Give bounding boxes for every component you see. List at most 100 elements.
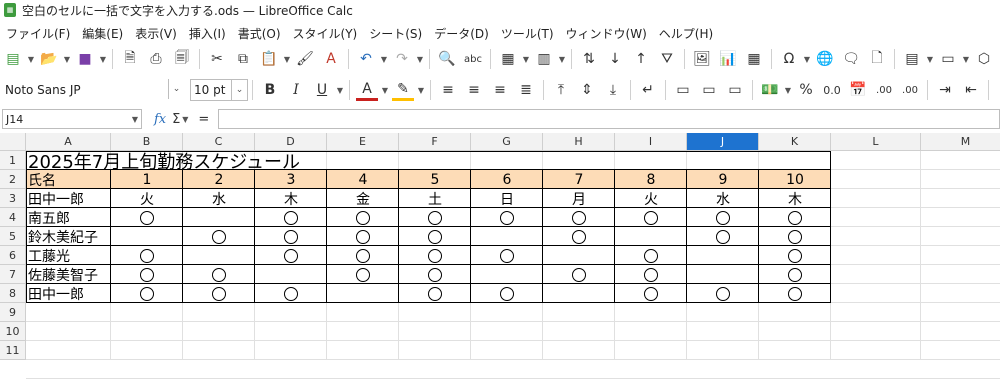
bold-button[interactable]: B xyxy=(259,79,281,101)
shift-mark-cell[interactable] xyxy=(111,246,183,265)
highlight-color-icon[interactable]: ✎ xyxy=(392,79,414,101)
column-header-k[interactable]: K xyxy=(759,133,831,151)
select-all-corner[interactable] xyxy=(0,133,26,151)
justify-icon[interactable]: ≣ xyxy=(515,79,537,101)
percent-format-button[interactable]: % xyxy=(795,79,817,101)
define-print-area-icon[interactable]: ▤ xyxy=(901,48,923,70)
sort-ascending-icon[interactable]: ↓ xyxy=(604,48,626,70)
day-cell[interactable]: 6 xyxy=(471,170,543,189)
weekday-cell[interactable]: 土 xyxy=(399,189,471,208)
save-dropdown-icon[interactable]: ▼ xyxy=(98,48,108,70)
menu-item[interactable]: ファイル(F) xyxy=(0,25,76,42)
font-name-box[interactable]: Noto Sans JP ⌄ xyxy=(2,79,184,101)
undo-dropdown-icon[interactable]: ▼ xyxy=(379,48,389,70)
row-header[interactable]: 2 xyxy=(0,170,26,189)
weekday-cell[interactable]: 水 xyxy=(687,189,759,208)
shift-mark-cell[interactable] xyxy=(399,284,471,303)
merge-cells-icon[interactable]: ▭ xyxy=(672,79,694,101)
number-format-icon[interactable]: 0.0 xyxy=(821,79,843,101)
shift-mark-cell[interactable] xyxy=(759,284,831,303)
save-icon[interactable]: ■ xyxy=(74,48,96,70)
borders-icon[interactable]: ⊞ xyxy=(995,79,1000,101)
shift-mark-cell[interactable] xyxy=(615,246,687,265)
menu-item[interactable]: シート(S) xyxy=(363,25,428,42)
menu-item[interactable]: ツール(T) xyxy=(495,25,560,42)
row-icon[interactable]: ▦ xyxy=(497,48,519,70)
delete-decimal-button[interactable]: .00 xyxy=(899,79,921,101)
weekday-cell[interactable]: 火 xyxy=(111,189,183,208)
shift-mark-cell[interactable] xyxy=(687,227,759,246)
insert-image-icon[interactable]: 🖼 xyxy=(691,48,713,70)
comment-icon[interactable]: 🗨 xyxy=(840,48,862,70)
row-header[interactable]: 6 xyxy=(0,246,26,265)
align-top-icon[interactable]: ⤒ xyxy=(550,79,572,101)
align-right-icon[interactable]: ≡ xyxy=(489,79,511,101)
column-header-i[interactable]: I xyxy=(615,133,687,151)
shift-mark-cell[interactable] xyxy=(543,265,615,284)
redo-icon[interactable]: ↷ xyxy=(391,48,413,70)
font-color-icon[interactable]: A xyxy=(356,79,378,101)
name-box[interactable]: J14 ▼ xyxy=(2,109,142,129)
cut-icon[interactable]: ✂ xyxy=(206,48,228,70)
headers-footers-icon[interactable]: 🗋 xyxy=(866,48,888,70)
day-cell[interactable]: 1 xyxy=(111,170,183,189)
shift-mark-cell[interactable] xyxy=(615,265,687,284)
currency-dropdown-icon[interactable]: ▼ xyxy=(783,79,793,101)
function-wizard-icon[interactable]: fx xyxy=(154,112,166,127)
wrap-text-icon[interactable]: ↵ xyxy=(637,79,659,101)
shift-mark-cell[interactable] xyxy=(615,208,687,227)
shift-mark-cell[interactable] xyxy=(687,284,759,303)
special-character-icon[interactable]: Ω xyxy=(778,48,800,70)
unmerge-cells-icon[interactable]: ▭ xyxy=(724,79,746,101)
shift-mark-cell[interactable] xyxy=(759,227,831,246)
day-cell[interactable]: 8 xyxy=(615,170,687,189)
row-header[interactable]: 4 xyxy=(0,208,26,227)
menu-item[interactable]: スタイル(Y) xyxy=(287,25,364,42)
shift-mark-cell[interactable] xyxy=(399,246,471,265)
shift-mark-cell[interactable] xyxy=(111,284,183,303)
day-cell[interactable]: 7 xyxy=(543,170,615,189)
weekday-cell[interactable]: 木 xyxy=(759,189,831,208)
column-header-j[interactable]: J xyxy=(687,133,759,151)
day-cell[interactable]: 2 xyxy=(183,170,255,189)
align-left-icon[interactable]: ≡ xyxy=(437,79,459,101)
weekday-cell[interactable]: 日 xyxy=(471,189,543,208)
insert-chart-icon[interactable]: 📊 xyxy=(717,48,739,70)
add-decimal-button[interactable]: .00 xyxy=(873,79,895,101)
new-dropdown-icon[interactable]: ▼ xyxy=(26,48,36,70)
row-dropdown-icon[interactable]: ▼ xyxy=(521,48,531,70)
column-dropdown-icon[interactable]: ▼ xyxy=(557,48,567,70)
print-icon[interactable]: ⎙ xyxy=(145,48,167,70)
paste-dropdown-icon[interactable]: ▼ xyxy=(282,48,292,70)
name-box-dropdown-icon[interactable]: ▼ xyxy=(129,110,141,128)
highlight-dropdown-icon[interactable]: ▼ xyxy=(416,79,426,101)
shift-mark-cell[interactable] xyxy=(615,284,687,303)
column-icon[interactable]: ▥ xyxy=(533,48,555,70)
underline-dropdown-icon[interactable]: ▼ xyxy=(335,79,345,101)
day-cell[interactable]: 9 xyxy=(687,170,759,189)
merge-center-icon[interactable]: ▭ xyxy=(698,79,720,101)
employee-name-cell[interactable]: 南五郎 xyxy=(26,208,111,227)
paste-icon[interactable]: 📋 xyxy=(258,48,280,70)
menu-item[interactable]: ウィンドウ(W) xyxy=(560,25,653,42)
new-document-icon[interactable]: ▤ xyxy=(2,48,24,70)
shift-mark-cell[interactable] xyxy=(759,246,831,265)
sum-icon[interactable]: Σ xyxy=(172,112,180,127)
sheet-title[interactable]: 2025年7月上旬勤務スケジュール xyxy=(26,151,300,173)
shift-mark-cell[interactable] xyxy=(399,265,471,284)
show-draw-functions-icon[interactable]: ⬡ xyxy=(973,48,995,70)
day-cell[interactable]: 10 xyxy=(759,170,831,189)
print-area-dropdown-icon[interactable]: ▼ xyxy=(925,48,935,70)
font-color-dropdown-icon[interactable]: ▼ xyxy=(380,79,390,101)
freeze-rows-columns-icon[interactable]: ▭ xyxy=(937,48,959,70)
menu-item[interactable]: ヘルプ(H) xyxy=(653,25,719,42)
find-replace-icon[interactable]: 🔍 xyxy=(436,48,458,70)
font-name-dropdown-icon[interactable]: ⌄ xyxy=(168,79,184,99)
menu-item[interactable]: データ(D) xyxy=(428,25,495,42)
day-cell[interactable]: 4 xyxy=(327,170,399,189)
shift-mark-cell[interactable] xyxy=(327,246,399,265)
employee-name-cell[interactable]: 工藤光 xyxy=(26,246,111,265)
copy-icon[interactable]: ⧉ xyxy=(232,48,254,70)
shift-mark-cell[interactable] xyxy=(255,208,327,227)
font-size-dropdown-icon[interactable]: ⌄ xyxy=(231,80,247,100)
